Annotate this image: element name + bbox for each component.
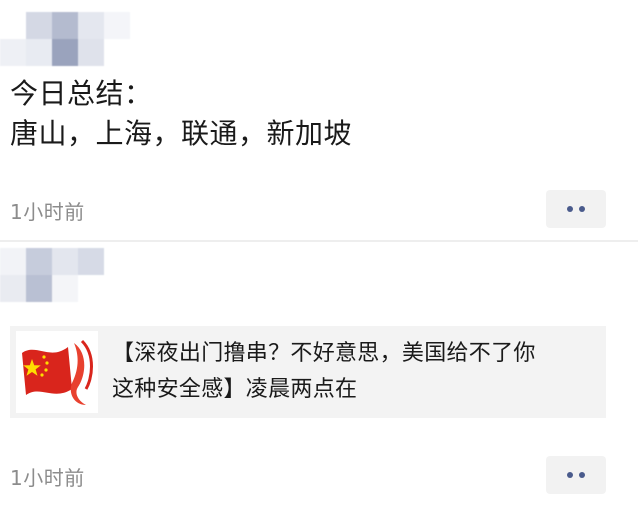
post-text: 今日总结： 唐山，上海，联通，新加坡 <box>10 74 352 154</box>
avatar-blurred[interactable] <box>0 248 130 302</box>
post-text-line: 唐山，上海，联通，新加坡 <box>10 117 353 150</box>
feed-post: 今日总结： 唐山，上海，联通，新加坡 1小时前 <box>0 0 638 240</box>
shared-link-card[interactable]: 【深夜出门撸串？不好意思，美国给不了你 这种安全感】凌晨两点在 <box>10 326 606 418</box>
more-dots-icon <box>567 472 573 478</box>
more-button[interactable] <box>546 190 606 228</box>
more-dots-icon <box>567 206 573 212</box>
flag-thumbnail <box>16 331 98 413</box>
link-title-line: 这种安全感】凌晨两点在 <box>112 377 358 402</box>
feed-post: 【深夜出门撸串？不好意思，美国给不了你 这种安全感】凌晨两点在 1小时前 <box>0 240 638 516</box>
post-timestamp: 1小时前 <box>10 200 85 224</box>
moments-feed: 今日总结： 唐山，上海，联通，新加坡 1小时前 【深夜出门撸串？不好意思，美国给… <box>0 0 638 516</box>
post-text-line: 今日总结： <box>10 77 153 110</box>
post-timestamp: 1小时前 <box>10 466 85 490</box>
more-dots-icon <box>579 206 585 212</box>
more-dots-icon <box>579 472 585 478</box>
shared-link-title: 【深夜出门撸串？不好意思，美国给不了你 这种安全感】凌晨两点在 <box>112 336 536 408</box>
more-button[interactable] <box>546 456 606 494</box>
link-title-line: 【深夜出门撸串？不好意思，美国给不了你 <box>112 341 536 366</box>
avatar-blurred[interactable] <box>0 12 130 66</box>
